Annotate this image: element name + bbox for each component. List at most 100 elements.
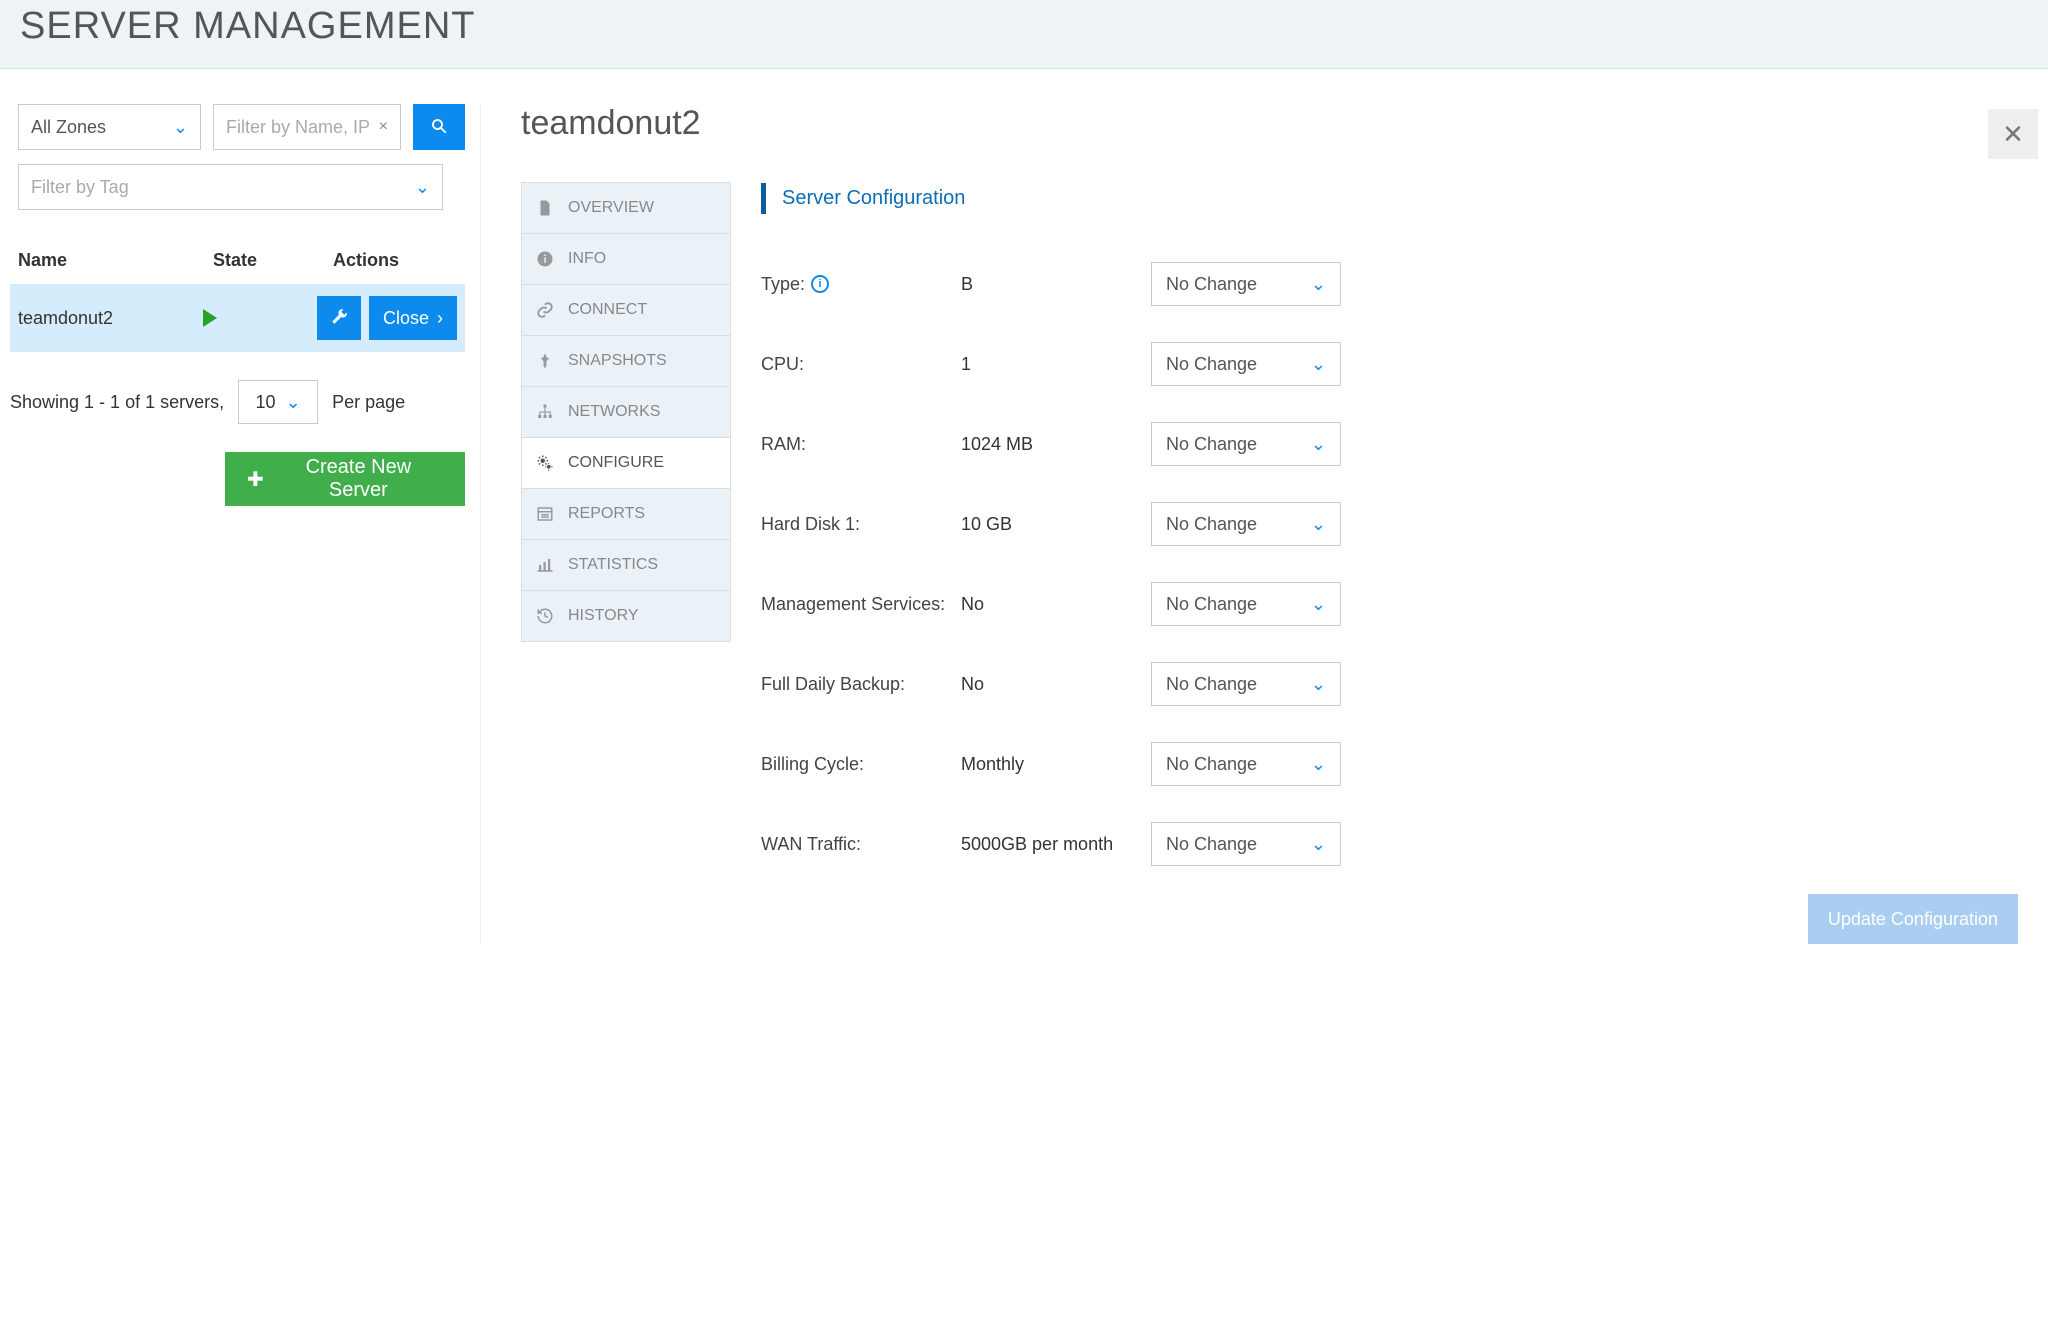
create-server-label: Create New Server (274, 456, 443, 502)
plus-icon: ✚ (247, 467, 264, 492)
nav-item-info[interactable]: INFO (521, 233, 731, 285)
info-icon[interactable]: i (811, 275, 829, 293)
close-icon: ✕ (2002, 119, 2024, 150)
config-select-value: No Change (1166, 274, 1257, 295)
nav-item-history[interactable]: HISTORY (521, 590, 731, 642)
clear-icon[interactable]: × (379, 118, 388, 136)
nav-item-label: HISTORY (568, 607, 639, 625)
chevron-down-icon: ⌄ (1311, 354, 1326, 375)
config-label: WAN Traffic: (761, 834, 961, 855)
table-row[interactable]: teamdonut2 Close › (10, 284, 465, 352)
zone-select[interactable]: All Zones ⌄ (18, 104, 201, 150)
nav-item-label: OVERVIEW (568, 199, 654, 217)
filter-tag-placeholder: Filter by Tag (31, 177, 129, 198)
config-value: 1 (961, 354, 1151, 375)
chevron-down-icon: ⌄ (1311, 274, 1326, 295)
per-page-select[interactable]: 10 ⌄ (238, 380, 318, 424)
config-select[interactable]: No Change ⌄ (1151, 342, 1341, 386)
nav-item-reports[interactable]: REPORTS (521, 488, 731, 540)
nav-item-label: CONFIGURE (568, 454, 664, 472)
nav-item-configure[interactable]: CONFIGURE (521, 437, 731, 489)
search-icon (430, 117, 448, 138)
col-header-actions: Actions (333, 250, 457, 271)
server-name-cell: teamdonut2 (18, 308, 203, 329)
config-select-value: No Change (1166, 354, 1257, 375)
config-row: CPU:1 No Change ⌄ (761, 324, 2018, 404)
config-select[interactable]: No Change ⌄ (1151, 662, 1341, 706)
report-icon (536, 505, 554, 523)
filter-name-input[interactable]: Filter by Name, IP × (213, 104, 401, 150)
filter-name-placeholder: Filter by Name, IP (226, 117, 370, 138)
config-label: Management Services: (761, 594, 961, 615)
close-button[interactable]: Close › (369, 296, 457, 340)
chevron-down-icon: ⌄ (1311, 434, 1326, 455)
nav-item-networks[interactable]: NETWORKS (521, 386, 731, 438)
config-select[interactable]: No Change ⌄ (1151, 822, 1341, 866)
update-configuration-button[interactable]: Update Configuration (1808, 894, 2018, 944)
config-row: RAM:1024 MBNo Change⌄ (761, 404, 2018, 484)
config-select[interactable]: No Change ⌄ (1151, 422, 1341, 466)
history-icon (536, 607, 554, 625)
config-row: Management Services:No No Change ⌄ (761, 564, 2018, 644)
file-icon (536, 199, 554, 217)
running-icon (203, 309, 217, 327)
per-page-label: Per page (332, 392, 405, 413)
chevron-down-icon: ⌄ (1311, 594, 1326, 615)
config-label: Type:i (761, 274, 961, 295)
nav-item-overview[interactable]: OVERVIEW (521, 182, 731, 234)
config-select-value: No Change (1166, 754, 1257, 775)
config-select-value: No Change (1166, 594, 1257, 615)
config-value: No (961, 594, 1151, 615)
nav-item-label: REPORTS (568, 505, 645, 523)
server-state-cell (203, 309, 317, 327)
nav-item-label: INFO (568, 250, 606, 268)
close-panel-button[interactable]: ✕ (1988, 109, 2038, 159)
per-page-value: 10 (256, 392, 276, 413)
config-row: Billing Cycle:Monthly No Change ⌄ (761, 724, 2018, 804)
chevron-down-icon: ⌄ (1311, 754, 1326, 775)
config-select-value: No Change (1166, 674, 1257, 695)
detail-nav: OVERVIEW INFO CONNECT SNAPSHOTS NETWORKS CONF… (521, 183, 731, 944)
page-title: SERVER MANAGEMENT (20, 5, 2028, 48)
config-select[interactable]: No Change⌄ (1151, 502, 1341, 546)
config-label: CPU: (761, 354, 961, 375)
nav-item-label: NETWORKS (568, 403, 660, 421)
config-select[interactable]: No Change ⌄ (1151, 582, 1341, 626)
configure-button[interactable] (317, 296, 361, 340)
config-value: No (961, 674, 1151, 695)
config-label: Billing Cycle: (761, 754, 961, 775)
panel-heading: Server Configuration (761, 183, 2018, 214)
chevron-down-icon: ⌄ (1311, 674, 1326, 695)
chevron-down-icon: ⌄ (1311, 834, 1326, 855)
config-row: Full Daily Backup:No No Change ⌄ (761, 644, 2018, 724)
chevron-down-icon: ⌄ (286, 392, 301, 413)
col-header-state: State (213, 250, 333, 271)
config-row: Type:iBNo Change⌄ (761, 244, 2018, 324)
chevron-right-icon: › (437, 308, 443, 329)
info-icon (536, 250, 554, 268)
config-select-value: No Change (1166, 834, 1257, 855)
config-select[interactable]: No Change ⌄ (1151, 742, 1341, 786)
config-value: Monthly (961, 754, 1151, 775)
nav-item-snapshots[interactable]: SNAPSHOTS (521, 335, 731, 387)
nav-item-connect[interactable]: CONNECT (521, 284, 731, 336)
config-value: 1024 MB (961, 434, 1151, 455)
config-row: WAN Traffic:5000GB per monthNo Change⌄ (761, 804, 2018, 884)
wrench-icon (330, 308, 348, 329)
col-header-name: Name (18, 250, 213, 271)
config-label: Full Daily Backup: (761, 674, 961, 695)
nav-item-label: STATISTICS (568, 556, 658, 574)
create-server-button[interactable]: ✚ Create New Server (225, 452, 465, 506)
nav-item-label: SNAPSHOTS (568, 352, 667, 370)
gears-icon (536, 454, 554, 472)
close-button-label: Close (383, 308, 429, 329)
nav-item-statistics[interactable]: STATISTICS (521, 539, 731, 591)
chevron-down-icon: ⌄ (173, 117, 188, 138)
filter-tag-select[interactable]: Filter by Tag ⌄ (18, 164, 443, 210)
search-button[interactable] (413, 104, 465, 150)
config-select[interactable]: No Change ⌄ (1151, 262, 1341, 306)
config-select-value: No Change (1166, 514, 1257, 535)
config-select-value: No Change (1166, 434, 1257, 455)
network-icon (536, 403, 554, 421)
config-row: Hard Disk 1:10 GBNo Change⌄ (761, 484, 2018, 564)
